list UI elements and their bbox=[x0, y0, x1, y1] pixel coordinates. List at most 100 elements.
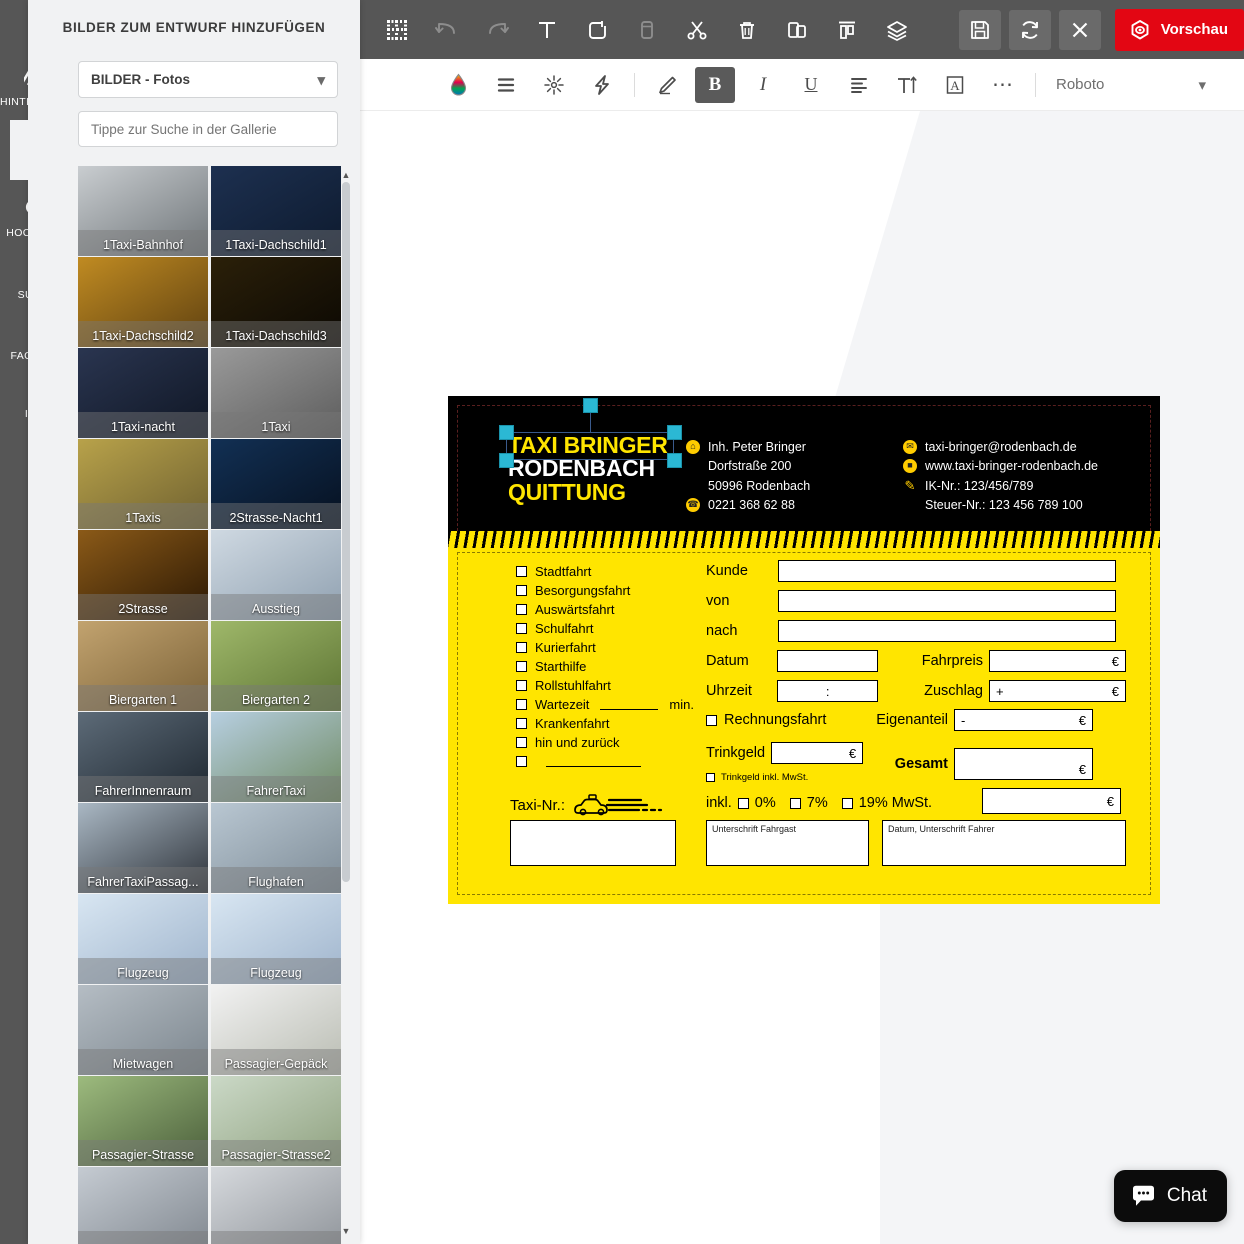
trip-type-row[interactable]: Stadtfahrt bbox=[516, 562, 694, 581]
rotation-handle[interactable] bbox=[583, 398, 598, 413]
input-fahrpreis[interactable]: € bbox=[988, 650, 1126, 672]
gallery-thumbnail[interactable]: Flughafen bbox=[211, 803, 341, 893]
more-options-button[interactable]: ⋯ bbox=[983, 67, 1023, 103]
input-kunde[interactable] bbox=[778, 560, 1116, 582]
gallery-thumbnail[interactable]: Biergarten 1 bbox=[78, 621, 208, 711]
handle-bottom-right[interactable] bbox=[667, 453, 682, 468]
scroll-down-icon[interactable]: ▼ bbox=[341, 1226, 351, 1236]
trip-type-checkbox[interactable] bbox=[516, 642, 527, 653]
trip-type-checkbox[interactable] bbox=[516, 623, 527, 634]
font-family-select[interactable]: Roboto ▾ bbox=[1056, 76, 1206, 94]
gallery-thumbnail[interactable] bbox=[78, 1167, 208, 1244]
handle-top-right[interactable] bbox=[667, 425, 682, 440]
qr-code-button[interactable] bbox=[376, 10, 418, 50]
crop-button[interactable] bbox=[576, 10, 618, 50]
gallery-thumbnail[interactable] bbox=[211, 1167, 341, 1244]
align-text-button[interactable] bbox=[839, 67, 879, 103]
trinkgeld-inkl-row[interactable]: Trinkgeld inkl. MwSt. bbox=[706, 772, 808, 783]
italic-button[interactable]: I bbox=[743, 67, 783, 103]
trip-type-row[interactable]: Besorgungsfahrt bbox=[516, 581, 694, 600]
receipt-logo[interactable]: TAXI BRINGER RODENBACH QUITTUNG bbox=[508, 433, 668, 504]
trip-type-row[interactable] bbox=[516, 752, 694, 771]
bold-button[interactable]: B bbox=[695, 66, 735, 103]
gallery-thumbnail[interactable]: 2Strasse-Nacht1 bbox=[211, 439, 341, 529]
duplicate-button[interactable] bbox=[776, 10, 818, 50]
trip-type-row[interactable]: Krankenfahrt bbox=[516, 714, 694, 733]
cut-button[interactable] bbox=[676, 10, 718, 50]
input-total-net[interactable]: € bbox=[982, 788, 1121, 814]
reload-button[interactable] bbox=[1008, 9, 1051, 50]
gallery-thumbnail[interactable]: 1Taxis bbox=[78, 439, 208, 529]
trip-type-row[interactable]: Starthilfe bbox=[516, 657, 694, 676]
gallery-thumbnail[interactable]: Biergarten 2 bbox=[211, 621, 341, 711]
trinkgeld-inkl-checkbox[interactable] bbox=[706, 773, 715, 782]
trip-type-checkbox[interactable] bbox=[516, 718, 527, 729]
gallery-thumbnail[interactable]: 1Taxi-Dachschild2 bbox=[78, 257, 208, 347]
trip-type-checkbox[interactable] bbox=[516, 680, 527, 691]
trip-type-checkbox[interactable] bbox=[516, 661, 527, 672]
gallery-thumbnail[interactable]: 1Taxi-Dachschild1 bbox=[211, 166, 341, 256]
gallery-thumbnail[interactable]: Ausstieg bbox=[211, 530, 341, 620]
input-zuschlag[interactable]: + € bbox=[988, 680, 1126, 702]
add-text-button[interactable] bbox=[526, 10, 568, 50]
trip-type-checkbox[interactable] bbox=[516, 604, 527, 615]
align-button[interactable] bbox=[826, 10, 868, 50]
gallery-thumbnail[interactable]: FahrerTaxi bbox=[211, 712, 341, 802]
trip-type-row[interactable]: Kurierfahrt bbox=[516, 638, 694, 657]
undo-button[interactable] bbox=[426, 10, 468, 50]
gallery-thumbnail[interactable]: 1Taxi bbox=[211, 348, 341, 438]
design-canvas[interactable]: TAXI BRINGER RODENBACH QUITTUNG ⌂ Inh. Pe… bbox=[360, 111, 1244, 1244]
image-category-select[interactable]: BILDER - Fotos ▾ bbox=[78, 61, 338, 98]
chat-widget-button[interactable]: Chat bbox=[1113, 1170, 1227, 1222]
rechnungsfahrt-row[interactable]: Rechnungsfahrt bbox=[706, 712, 826, 728]
effects-button[interactable] bbox=[582, 67, 622, 103]
color-picker-button[interactable] bbox=[438, 67, 478, 103]
layers-button[interactable] bbox=[876, 10, 918, 50]
input-von[interactable] bbox=[778, 590, 1116, 612]
receipt-document[interactable]: TAXI BRINGER RODENBACH QUITTUNG ⌂ Inh. Pe… bbox=[448, 396, 1160, 904]
redo-button[interactable] bbox=[476, 10, 518, 50]
save-button[interactable] bbox=[958, 9, 1001, 50]
vat-7-checkbox[interactable] bbox=[789, 797, 801, 809]
signature-driver-box[interactable]: Datum, Unterschrift Fahrer bbox=[882, 820, 1126, 866]
image-gallery[interactable]: 1Taxi-Bahnhof 1Taxi-Dachschild1 1Taxi-Dach… bbox=[78, 166, 352, 1244]
rechnungsfahrt-checkbox[interactable] bbox=[706, 714, 717, 726]
handle-top-left[interactable] bbox=[499, 425, 514, 440]
custom-blank-line[interactable] bbox=[546, 756, 641, 767]
line-height-button[interactable] bbox=[486, 67, 526, 103]
trip-type-row[interactable]: Rollstuhlfahrt bbox=[516, 676, 694, 695]
trip-type-checkbox[interactable] bbox=[516, 737, 527, 748]
gallery-thumbnail[interactable]: Passagier-Strasse2 bbox=[211, 1076, 341, 1166]
trip-type-row[interactable]: Wartezeit min. bbox=[516, 695, 694, 714]
gallery-thumbnail[interactable]: FahrerInnenraum bbox=[78, 712, 208, 802]
vat-0-checkbox[interactable] bbox=[737, 797, 749, 809]
scrollbar-thumb[interactable] bbox=[342, 182, 350, 882]
input-trinkgeld[interactable]: € bbox=[771, 742, 864, 764]
gallery-thumbnail[interactable]: FahrerTaxiPassag... bbox=[78, 803, 208, 893]
gallery-thumbnail[interactable]: 1Taxi-nacht bbox=[78, 348, 208, 438]
gallery-scrollbar[interactable]: ▲ ▼ bbox=[341, 170, 351, 1236]
trip-type-row[interactable]: Auswärtsfahrt bbox=[516, 600, 694, 619]
gallery-thumbnail[interactable]: Flugzeug bbox=[78, 894, 208, 984]
input-gesamt[interactable]: € bbox=[954, 748, 1093, 780]
brightness-button[interactable] bbox=[534, 67, 574, 103]
gallery-thumbnail[interactable]: Mietwagen bbox=[78, 985, 208, 1075]
gallery-thumbnail[interactable]: 2Strasse bbox=[78, 530, 208, 620]
trip-type-checkbox[interactable] bbox=[516, 699, 527, 710]
trip-type-checkbox[interactable] bbox=[516, 756, 527, 767]
handle-bottom-left[interactable] bbox=[499, 453, 514, 468]
gallery-thumbnail[interactable]: 1Taxi-Dachschild3 bbox=[211, 257, 341, 347]
preview-button[interactable]: Vorschau bbox=[1114, 8, 1244, 51]
input-nach[interactable] bbox=[778, 620, 1116, 642]
signature-guest-box[interactable]: Unterschrift Fahrgast bbox=[706, 820, 869, 866]
paste-button[interactable] bbox=[626, 10, 668, 50]
input-datum[interactable] bbox=[776, 650, 879, 672]
gallery-thumbnail[interactable]: Flugzeug bbox=[211, 894, 341, 984]
trip-type-row[interactable]: Schulfahrt bbox=[516, 619, 694, 638]
underline-button[interactable]: U bbox=[791, 67, 831, 103]
text-size-button[interactable] bbox=[887, 67, 927, 103]
text-frame-button[interactable]: A bbox=[935, 67, 975, 103]
input-uhrzeit[interactable]: : bbox=[776, 680, 879, 702]
taxi-number-input[interactable] bbox=[510, 820, 676, 866]
scroll-up-icon[interactable]: ▲ bbox=[341, 170, 351, 180]
